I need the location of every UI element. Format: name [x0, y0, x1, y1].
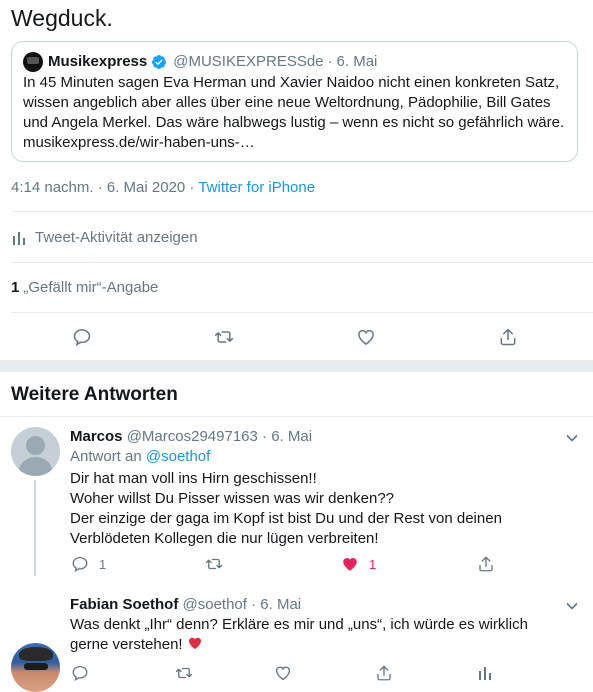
verified-badge-icon	[152, 55, 167, 69]
reply-line: Verblödeten Kollegen die nur lügen verbr…	[70, 530, 379, 547]
quoted-tweet-date[interactable]: 6. Mai	[337, 52, 378, 72]
reply-icon	[72, 556, 88, 573]
divider	[11, 262, 593, 263]
quoted-tweet-avatar	[23, 52, 43, 72]
section-separator	[0, 360, 593, 372]
reply-line: Woher willst Du Pisser wissen was wir de…	[70, 490, 395, 507]
reply-line: Was denkt „Ihr“ denn? Erkläre es mir und…	[70, 616, 528, 633]
reply-body: Dir hat man voll ins Hirn geschissen!! W…	[70, 469, 580, 549]
like-button[interactable]	[355, 326, 377, 348]
likes-label: „Gefällt mir“-Angabe	[23, 279, 159, 296]
reply-author-handle[interactable]: @soethof	[183, 596, 247, 613]
divider	[11, 312, 593, 313]
reply-icon	[72, 665, 88, 682]
thread-line	[34, 480, 36, 576]
tweet-activity-label: Tweet-Aktivität anzeigen	[35, 229, 198, 246]
avatar[interactable]	[11, 643, 60, 692]
retweet-action[interactable]	[205, 555, 223, 573]
reply-line: gerne verstehen!	[70, 636, 183, 653]
section-title: Weitere Antworten	[11, 384, 178, 405]
tweet-timestamp[interactable]: 4:14 nachm. · 6. Mai 2020 ·	[11, 179, 194, 196]
analytics-icon	[13, 232, 25, 245]
reply-action[interactable]: 1	[71, 555, 106, 573]
share-button[interactable]	[497, 326, 519, 348]
quoted-tweet[interactable]: Musikexpress @MUSIKEXPRESSde · 6. Mai In…	[11, 41, 578, 162]
reply-to-prefix: Antwort an	[70, 448, 142, 465]
reply-author-handle[interactable]: @Marcos29497163	[127, 428, 258, 445]
retweet-icon	[214, 331, 234, 343]
reply-date[interactable]: 6. Mai	[260, 596, 301, 613]
retweet-button[interactable]	[213, 326, 235, 348]
like-count: 1	[369, 556, 377, 572]
like-icon	[343, 558, 357, 571]
reply-action[interactable]	[71, 664, 89, 682]
reply-header: Fabian Soethof @soethof · 6. Mai	[70, 595, 301, 615]
likes-summary[interactable]: 1 „Gefällt mir“-Angabe	[11, 278, 158, 298]
separator-dot: ·	[327, 53, 333, 70]
retweet-action[interactable]	[175, 664, 193, 682]
analytics-action[interactable]	[477, 664, 495, 682]
reply-author-name[interactable]: Fabian Soethof	[70, 596, 178, 613]
retweet-icon	[205, 558, 223, 570]
separator-dot: ·	[251, 596, 257, 613]
share-icon	[377, 665, 391, 681]
quoted-tweet-author-name: Musikexpress	[48, 53, 148, 70]
reply-line-with-emoji: gerne verstehen!	[70, 635, 580, 655]
reply-author-name[interactable]: Marcos	[70, 428, 123, 445]
retweet-icon	[175, 667, 193, 679]
reply-button[interactable]	[71, 326, 93, 348]
reply-to-handle[interactable]: @soethof	[146, 448, 210, 465]
like-icon	[275, 666, 291, 681]
quoted-tweet-handle[interactable]: @MUSIKEXPRESSde	[173, 52, 323, 72]
tweet-meta: 4:14 nachm. · 6. Mai 2020 · Twitter for …	[11, 178, 315, 198]
tweet-source-link[interactable]: Twitter for iPhone	[198, 179, 315, 196]
share-action[interactable]	[477, 555, 495, 573]
reply-icon	[73, 329, 91, 347]
like-action[interactable]	[274, 664, 292, 682]
divider	[0, 416, 593, 417]
like-icon	[358, 329, 374, 345]
share-icon	[500, 328, 516, 346]
chevron-down-icon[interactable]	[565, 431, 579, 445]
reply-header: Marcos @Marcos29497163 · 6. Mai	[70, 427, 312, 447]
quoted-tweet-body: In 45 Minuten sagen Eva Herman und Xavie…	[23, 74, 565, 151]
reply-to-line: Antwort an @soethof	[70, 447, 210, 467]
avatar[interactable]	[11, 427, 60, 476]
analytics-icon	[479, 667, 491, 680]
heart-emoji-icon	[188, 637, 201, 649]
share-action[interactable]	[375, 664, 393, 682]
tweet-activity-link[interactable]: Tweet-Aktivität anzeigen	[11, 228, 198, 248]
reply-count: 1	[99, 556, 107, 572]
likes-count: 1	[11, 279, 20, 296]
like-action[interactable]: 1	[341, 555, 376, 573]
quoted-tweet-header: Musikexpress @MUSIKEXPRESSde · 6. Mai	[23, 52, 377, 72]
share-icon	[479, 556, 493, 572]
reply-line: Der einzige der gaga im Kopf ist bist Du…	[70, 510, 502, 527]
reply-date[interactable]: 6. Mai	[271, 428, 312, 445]
divider	[11, 211, 593, 212]
chevron-down-icon[interactable]	[565, 599, 579, 613]
reply-body: Was denkt „Ihr“ denn? Erkläre es mir und…	[70, 615, 580, 655]
tweet-text: Wegduck.	[11, 5, 113, 31]
reply-line: Dir hat man voll ins Hirn geschissen!!	[70, 470, 317, 487]
separator-dot: ·	[262, 428, 268, 445]
